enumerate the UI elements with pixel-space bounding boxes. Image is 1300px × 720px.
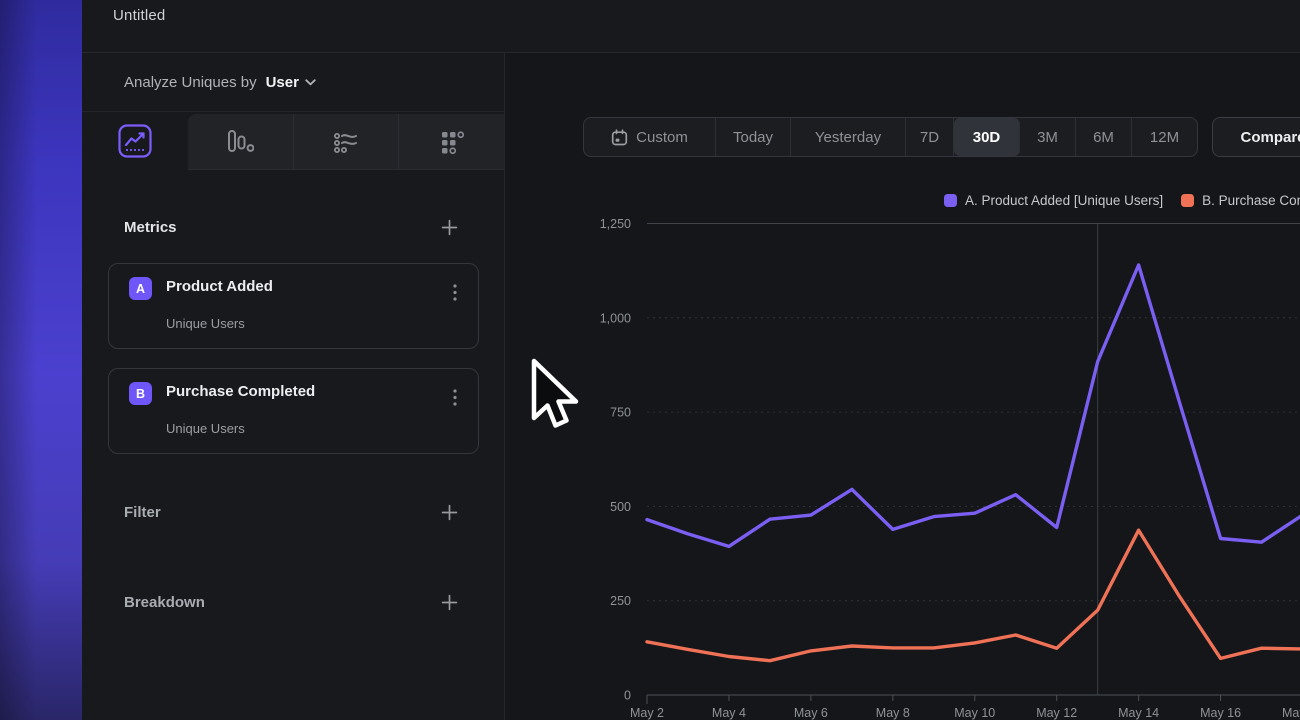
svg-text:750: 750 (610, 406, 631, 420)
metric-subtitle[interactable]: Unique Users (166, 316, 245, 331)
inactive-tabs-panel (188, 114, 504, 170)
chart-legend: A. Product Added [Unique Users] B. Purcha… (944, 191, 1300, 209)
range-3m[interactable]: 3M (1020, 118, 1076, 156)
legend-swatch (944, 194, 957, 207)
svg-text:0: 0 (624, 689, 631, 703)
tab-flows[interactable] (294, 114, 400, 169)
svg-text:May 6: May 6 (794, 706, 828, 720)
calendar-icon (611, 129, 628, 146)
analyze-label: Analyze Uniques by (124, 74, 257, 91)
svg-text:May 16: May 16 (1200, 706, 1241, 720)
metric-subtitle[interactable]: Unique Users (166, 421, 245, 436)
plus-icon (441, 219, 458, 236)
metric-badge-a: A (129, 277, 152, 300)
range-today[interactable]: Today (716, 118, 791, 156)
legend-item: A. Product Added [Unique Users] (944, 193, 1163, 208)
metric-title: Product Added (166, 278, 273, 295)
svg-text:May 2: May 2 (630, 706, 664, 720)
bar-chart-icon (226, 129, 254, 154)
svg-text:May 4: May 4 (712, 706, 746, 720)
kebab-menu-icon (453, 389, 457, 406)
range-label: 12M (1150, 129, 1179, 146)
chart-panel: May 2 May 4 May 6 May 8 May 10 May 12 May 14 Ma… (505, 53, 1300, 720)
range-yesterday[interactable]: Yesterday (791, 118, 906, 156)
svg-text:May 14: May 14 (1118, 706, 1159, 720)
range-label: 3M (1037, 129, 1058, 146)
retention-grid-icon (438, 128, 466, 156)
legend-item: B. Purchase Completed [Unique Users] (1181, 193, 1300, 208)
analyze-entity-dropdown[interactable]: User (266, 74, 316, 91)
metric-card-b[interactable]: B Purchase Completed Unique Users (108, 368, 479, 454)
compare-label: Compare (1240, 129, 1300, 146)
range-label: Yesterday (815, 129, 881, 146)
range-7d[interactable]: 7D (906, 118, 954, 156)
svg-text:1,250: 1,250 (600, 217, 631, 231)
line-chart-icon (118, 124, 152, 158)
analyze-entity-value: User (266, 74, 299, 91)
compare-button[interactable]: Compare (1212, 117, 1300, 157)
view-type-tabs (82, 112, 504, 170)
query-sidebar: Analyze Uniques by User (82, 53, 505, 720)
metric-title: Purchase Completed (166, 383, 315, 400)
svg-text:May 10: May 10 (954, 706, 995, 720)
metrics-label: Metrics (124, 219, 177, 236)
add-filter-button[interactable] (440, 503, 458, 521)
range-label: Custom (636, 129, 688, 146)
decorative-gradient-strip (0, 0, 82, 720)
kebab-menu-icon (453, 284, 457, 301)
legend-label: B. Purchase Completed [Unique Users] (1202, 193, 1300, 208)
tab-insights-line[interactable] (82, 112, 188, 170)
chevron-down-icon (305, 79, 316, 86)
analyze-row: Analyze Uniques by User (82, 53, 504, 112)
svg-text:May 12: May 12 (1036, 706, 1077, 720)
plus-icon (441, 594, 458, 611)
top-bar: Untitled (82, 0, 1300, 53)
breakdown-section: Breakdown (82, 588, 504, 616)
legend-label: A. Product Added [Unique Users] (965, 193, 1163, 208)
range-label: 7D (920, 129, 939, 146)
range-12m[interactable]: 12M (1132, 118, 1197, 156)
metric-badge-b: B (129, 382, 152, 405)
metric-menu-button[interactable] (446, 282, 464, 302)
filter-label: Filter (124, 504, 161, 521)
tab-retention[interactable] (399, 114, 504, 169)
tab-bar-chart[interactable] (188, 114, 294, 169)
breakdown-label: Breakdown (124, 594, 205, 611)
date-range-control: Custom Today Yesterday 7D 30D 3M 6M 12M (583, 117, 1198, 157)
range-label: 6M (1093, 129, 1114, 146)
flows-icon (332, 129, 360, 155)
metric-card-a[interactable]: A Product Added Unique Users (108, 263, 479, 349)
plus-icon (441, 504, 458, 521)
add-breakdown-button[interactable] (440, 593, 458, 611)
svg-text:1,000: 1,000 (600, 311, 631, 325)
svg-text:500: 500 (610, 500, 631, 514)
add-metric-button[interactable] (440, 218, 458, 236)
report-title[interactable]: Untitled (113, 7, 165, 24)
metric-menu-button[interactable] (446, 387, 464, 407)
svg-text:250: 250 (610, 594, 631, 608)
svg-text:May 18: May 18 (1282, 706, 1300, 720)
svg-text:May 8: May 8 (876, 706, 910, 720)
range-30d[interactable]: 30D (954, 118, 1020, 156)
metrics-header: Metrics (82, 213, 504, 241)
legend-swatch (1181, 194, 1194, 207)
range-6m[interactable]: 6M (1076, 118, 1132, 156)
filter-section: Filter (82, 498, 504, 526)
range-custom[interactable]: Custom (584, 118, 716, 156)
range-label: 30D (973, 129, 1001, 146)
range-label: Today (733, 129, 773, 146)
